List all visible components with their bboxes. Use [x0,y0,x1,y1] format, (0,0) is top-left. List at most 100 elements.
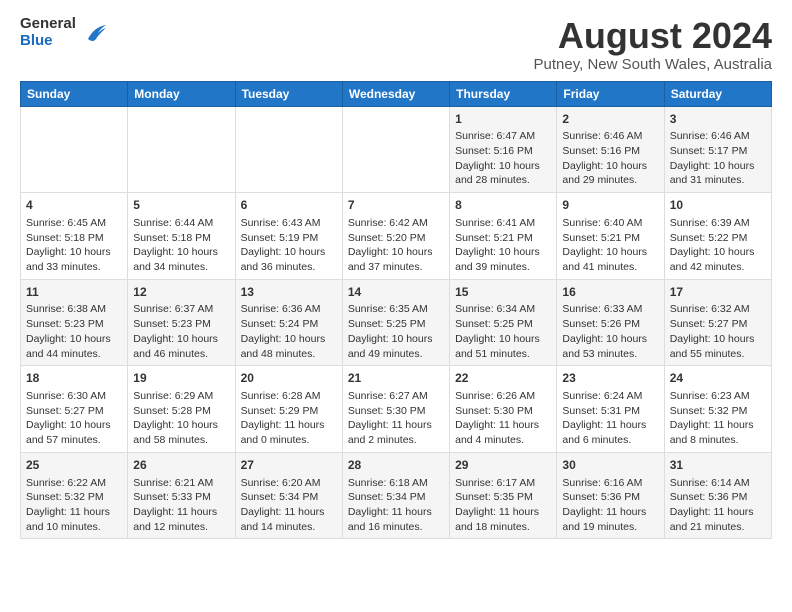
cell-text: and 14 minutes. [241,520,337,535]
cell-text: Sunset: 5:26 PM [562,317,658,332]
calendar-cell: 4Sunrise: 6:45 AMSunset: 5:18 PMDaylight… [21,193,128,280]
cell-text: and 49 minutes. [348,347,444,362]
day-number: 19 [133,370,229,387]
cell-text: and 6 minutes. [562,433,658,448]
cell-text: and 4 minutes. [455,433,551,448]
cell-text: and 10 minutes. [26,520,122,535]
cell-text: Daylight: 10 hours [348,245,444,260]
title-area: August 2024 Putney, New South Wales, Aus… [534,16,772,73]
cell-text: Sunrise: 6:22 AM [26,476,122,491]
cell-text: and 0 minutes. [241,433,337,448]
cell-text: Sunrise: 6:34 AM [455,302,551,317]
calendar-cell: 2Sunrise: 6:46 AMSunset: 5:16 PMDaylight… [557,106,664,193]
cell-text: and 34 minutes. [133,260,229,275]
cell-text: and 55 minutes. [670,347,766,362]
cell-text: Sunrise: 6:42 AM [348,216,444,231]
calendar-header: SundayMondayTuesdayWednesdayThursdayFrid… [21,81,772,106]
main-title: August 2024 [534,16,772,56]
day-number: 18 [26,370,122,387]
cell-text: Daylight: 10 hours [348,332,444,347]
day-number: 11 [26,284,122,301]
calendar-cell: 5Sunrise: 6:44 AMSunset: 5:18 PMDaylight… [128,193,235,280]
cell-text: and 29 minutes. [562,173,658,188]
cell-text: Daylight: 10 hours [455,332,551,347]
cell-text: Sunrise: 6:36 AM [241,302,337,317]
day-number: 7 [348,197,444,214]
cell-text: Sunset: 5:30 PM [348,404,444,419]
logo: General Blue [20,16,108,49]
cell-text: and 51 minutes. [455,347,551,362]
calendar-cell: 11Sunrise: 6:38 AMSunset: 5:23 PMDayligh… [21,279,128,366]
header-cell-friday: Friday [557,81,664,106]
cell-text: Sunset: 5:16 PM [562,144,658,159]
day-number: 20 [241,370,337,387]
cell-text: Sunrise: 6:44 AM [133,216,229,231]
cell-text: Daylight: 10 hours [26,245,122,260]
day-number: 17 [670,284,766,301]
calendar-cell: 24Sunrise: 6:23 AMSunset: 5:32 PMDayligh… [664,366,771,453]
week-row-1: 1Sunrise: 6:47 AMSunset: 5:16 PMDaylight… [21,106,772,193]
calendar-cell: 30Sunrise: 6:16 AMSunset: 5:36 PMDayligh… [557,452,664,539]
calendar-cell: 8Sunrise: 6:41 AMSunset: 5:21 PMDaylight… [450,193,557,280]
cell-text: Sunrise: 6:23 AM [670,389,766,404]
week-row-3: 11Sunrise: 6:38 AMSunset: 5:23 PMDayligh… [21,279,772,366]
day-number: 13 [241,284,337,301]
calendar-cell: 14Sunrise: 6:35 AMSunset: 5:25 PMDayligh… [342,279,449,366]
day-number: 4 [26,197,122,214]
cell-text: Sunset: 5:27 PM [670,317,766,332]
cell-text: Sunrise: 6:16 AM [562,476,658,491]
day-number: 2 [562,111,658,128]
cell-text: Sunset: 5:28 PM [133,404,229,419]
cell-text: Sunset: 5:32 PM [26,490,122,505]
cell-text: and 8 minutes. [670,433,766,448]
calendar-cell: 28Sunrise: 6:18 AMSunset: 5:34 PMDayligh… [342,452,449,539]
calendar-cell: 25Sunrise: 6:22 AMSunset: 5:32 PMDayligh… [21,452,128,539]
day-number: 3 [670,111,766,128]
day-number: 6 [241,197,337,214]
calendar-cell: 13Sunrise: 6:36 AMSunset: 5:24 PMDayligh… [235,279,342,366]
calendar-cell: 16Sunrise: 6:33 AMSunset: 5:26 PMDayligh… [557,279,664,366]
calendar-cell: 31Sunrise: 6:14 AMSunset: 5:36 PMDayligh… [664,452,771,539]
cell-text: Daylight: 11 hours [133,505,229,520]
calendar-cell: 15Sunrise: 6:34 AMSunset: 5:25 PMDayligh… [450,279,557,366]
cell-text: Sunset: 5:36 PM [670,490,766,505]
day-number: 28 [348,457,444,474]
cell-text: Sunset: 5:16 PM [455,144,551,159]
cell-text: Sunset: 5:20 PM [348,231,444,246]
calendar-cell: 3Sunrise: 6:46 AMSunset: 5:17 PMDaylight… [664,106,771,193]
cell-text: Sunset: 5:21 PM [562,231,658,246]
cell-text: Sunset: 5:23 PM [26,317,122,332]
cell-text: and 2 minutes. [348,433,444,448]
calendar-cell: 17Sunrise: 6:32 AMSunset: 5:27 PMDayligh… [664,279,771,366]
day-number: 12 [133,284,229,301]
cell-text: Sunset: 5:21 PM [455,231,551,246]
cell-text: Sunset: 5:32 PM [670,404,766,419]
cell-text: Daylight: 11 hours [241,505,337,520]
day-number: 22 [455,370,551,387]
page-header: General Blue August 2024 Putney, New Sou… [20,16,772,73]
cell-text: and 12 minutes. [133,520,229,535]
cell-text: Sunset: 5:24 PM [241,317,337,332]
calendar-cell [342,106,449,193]
header-cell-sunday: Sunday [21,81,128,106]
calendar-cell: 22Sunrise: 6:26 AMSunset: 5:30 PMDayligh… [450,366,557,453]
cell-text: Daylight: 11 hours [241,418,337,433]
cell-text: Sunset: 5:33 PM [133,490,229,505]
cell-text: Sunset: 5:34 PM [348,490,444,505]
cell-text: Daylight: 10 hours [562,332,658,347]
logo-general-text: General [20,16,76,33]
cell-text: Sunset: 5:18 PM [133,231,229,246]
cell-text: Sunrise: 6:46 AM [670,129,766,144]
calendar-cell: 7 Sunrise: 6:42 AMSunset: 5:20 PMDaylight… [342,193,449,280]
cell-text: and 31 minutes. [670,173,766,188]
day-number: 8 [455,197,551,214]
header-cell-thursday: Thursday [450,81,557,106]
cell-text: Daylight: 11 hours [562,505,658,520]
cell-text: Sunrise: 6:37 AM [133,302,229,317]
day-number: 16 [562,284,658,301]
week-row-5: 25Sunrise: 6:22 AMSunset: 5:32 PMDayligh… [21,452,772,539]
calendar-cell: 23Sunrise: 6:24 AMSunset: 5:31 PMDayligh… [557,366,664,453]
cell-text: Sunrise: 6:29 AM [133,389,229,404]
calendar-table: SundayMondayTuesdayWednesdayThursdayFrid… [20,81,772,540]
cell-text: Daylight: 11 hours [348,418,444,433]
